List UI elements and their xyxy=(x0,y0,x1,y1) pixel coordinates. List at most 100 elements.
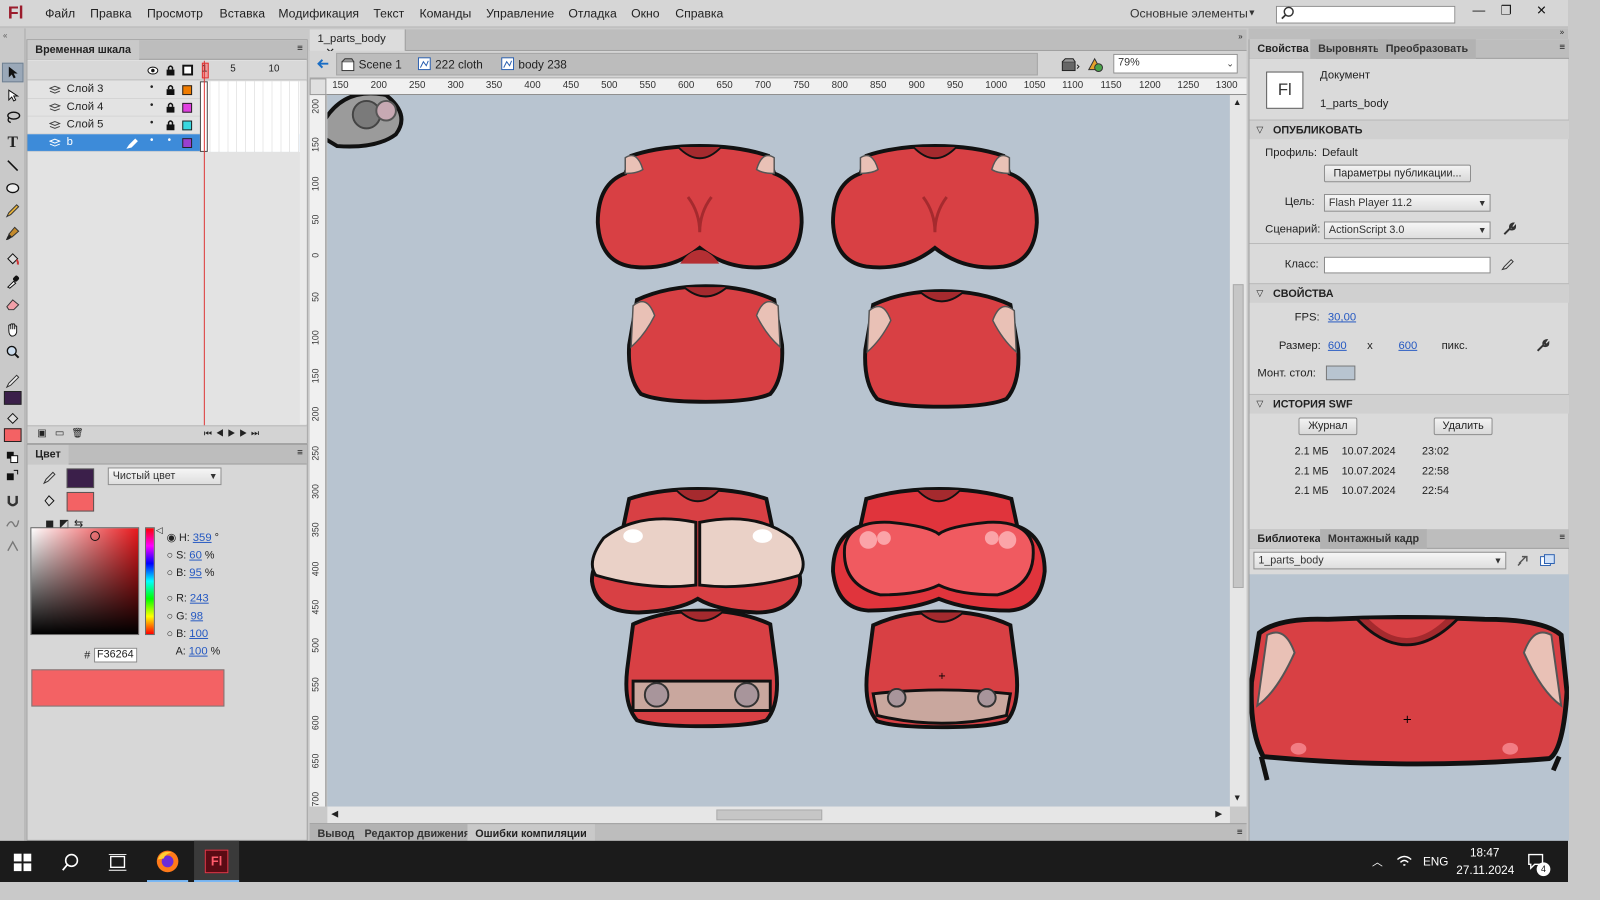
breadcrumb-symbol[interactable]: 222 cloth xyxy=(435,58,483,72)
menu-modify[interactable]: Модификация xyxy=(278,7,359,21)
paint-bucket-tool[interactable] xyxy=(2,249,24,269)
tab-color[interactable]: Цвет xyxy=(27,444,69,465)
red-value[interactable]: 243 xyxy=(190,593,209,605)
wrench-icon[interactable] xyxy=(1502,222,1517,236)
outline-icon[interactable] xyxy=(182,64,194,76)
horizontal-scroll-thumb[interactable] xyxy=(716,809,823,821)
selection-tool[interactable] xyxy=(1,62,24,83)
delete-button[interactable]: Удалить xyxy=(1433,417,1493,436)
help-search-input[interactable] xyxy=(1275,5,1456,24)
target-select[interactable]: Flash Player 11.2 ▼ xyxy=(1323,194,1491,212)
layer-name[interactable]: Слой 3 xyxy=(67,83,104,95)
properties-section-header[interactable]: СВОЙСТВА xyxy=(1249,283,1569,303)
shirt-large-1[interactable] xyxy=(595,144,804,270)
saturation-brightness-picker[interactable] xyxy=(30,527,140,636)
panel-menu-icon[interactable]: ≡ xyxy=(297,448,303,459)
menu-debug[interactable]: Отладка xyxy=(568,7,616,21)
panel-menu-icon[interactable]: ≡ xyxy=(297,43,303,54)
scroll-left-icon[interactable]: ◀ xyxy=(331,809,338,820)
eye-icon[interactable] xyxy=(147,66,159,76)
chevron-down-icon[interactable]: ▽ xyxy=(1256,399,1263,410)
script-select[interactable]: ActionScript 3.0 ▼ xyxy=(1323,221,1491,240)
hue-slider[interactable] xyxy=(145,527,155,636)
publish-settings-button[interactable]: Параметры публикации... xyxy=(1323,164,1471,183)
menu-view[interactable]: Просмотр xyxy=(147,7,203,21)
log-button[interactable]: Журнал xyxy=(1298,417,1358,436)
swf-history-row[interactable]: 2.1 МБ 10.07.2024 22:54 xyxy=(1295,481,1530,501)
tab-align[interactable]: Выровнять xyxy=(1310,39,1388,59)
menu-control[interactable]: Управление xyxy=(486,7,554,21)
stage-color-swatch[interactable] xyxy=(1325,365,1356,381)
timeline-scrollbar[interactable] xyxy=(299,81,307,425)
tab-timeline[interactable]: Временная шкала xyxy=(27,40,139,60)
blue-value[interactable]: 100 xyxy=(189,628,208,640)
stage-vertical-scrollbar[interactable]: ▲ ▼ xyxy=(1229,95,1247,807)
panel-menu-icon[interactable]: ≡ xyxy=(1559,532,1565,543)
new-library-panel-icon[interactable] xyxy=(1540,554,1556,568)
breadcrumb-scene[interactable]: Scene 1 xyxy=(359,58,402,72)
fill-color-tool[interactable] xyxy=(2,409,24,429)
panel-menu-icon[interactable]: ≡ xyxy=(1237,827,1243,838)
workspace-switcher[interactable]: Основные элементы xyxy=(1130,7,1248,21)
height-value[interactable]: 600 xyxy=(1398,340,1417,352)
visibility-dot[interactable]: • xyxy=(150,100,153,111)
tab-library[interactable]: Библиотека xyxy=(1249,529,1329,549)
menu-help[interactable]: Справка xyxy=(675,7,723,21)
text-tool[interactable]: T xyxy=(2,133,24,153)
scroll-down-icon[interactable]: ▼ xyxy=(1233,793,1242,803)
shirt-small-2[interactable] xyxy=(863,289,1021,409)
tab-motion-presets[interactable]: Монтажный кадр xyxy=(1320,529,1427,549)
shirt-small-1[interactable] xyxy=(626,284,785,404)
lock-icon[interactable] xyxy=(166,65,176,77)
stage-horizontal-scrollbar[interactable]: ◀ ▶ xyxy=(327,806,1230,824)
vertical-scroll-thumb[interactable] xyxy=(1232,284,1244,588)
tray-overflow-icon[interactable]: ︿ xyxy=(1372,854,1383,870)
panel-menu-icon[interactable]: ≡ xyxy=(1559,42,1565,53)
edit-symbols-icon[interactable] xyxy=(1087,56,1109,74)
back-arrow-icon[interactable] xyxy=(317,57,331,71)
subselection-tool[interactable] xyxy=(2,85,24,105)
edit-scene-icon[interactable] xyxy=(1061,57,1081,73)
clock-time[interactable]: 18:47 xyxy=(1470,846,1499,860)
playback-controls[interactable]: ⏮◀▶▶⏭ xyxy=(204,428,263,439)
search-icon[interactable] xyxy=(61,853,81,873)
stage-canvas[interactable]: + xyxy=(327,95,1230,807)
layer-name[interactable]: b xyxy=(67,136,73,148)
visibility-dot[interactable]: • xyxy=(150,118,153,129)
lock-icon[interactable] xyxy=(166,102,176,113)
frame-grid[interactable] xyxy=(201,81,300,152)
new-layer-icon[interactable]: ▣ xyxy=(37,428,46,439)
shirt-glossy[interactable] xyxy=(831,487,1047,613)
hex-input[interactable]: F36264 xyxy=(94,647,138,663)
line-tool[interactable] xyxy=(2,156,24,176)
chevron-down-icon[interactable]: ▽ xyxy=(1256,124,1263,135)
hue-slider-handle[interactable]: ◁ xyxy=(156,525,163,536)
snap-to-objects-button[interactable] xyxy=(2,491,24,511)
tab-transform[interactable]: Преобразовать xyxy=(1377,39,1476,59)
wrench-icon[interactable] xyxy=(1536,339,1550,353)
task-view-icon[interactable] xyxy=(108,853,128,873)
windows-start-icon[interactable] xyxy=(13,853,32,872)
collapse-icon[interactable]: » xyxy=(1560,27,1564,36)
menu-file[interactable]: Файл xyxy=(45,7,75,21)
fill-type-select[interactable]: Чистый цвет ▼ xyxy=(107,467,222,486)
visibility-dot[interactable]: • xyxy=(150,135,153,146)
width-value[interactable]: 600 xyxy=(1328,340,1347,352)
collapse-icon[interactable]: « xyxy=(3,31,7,40)
green-value[interactable]: 98 xyxy=(191,611,204,623)
lock-dot[interactable]: • xyxy=(168,135,171,146)
shirt-bottom-2[interactable]: + xyxy=(864,609,1020,730)
lasso-tool[interactable] xyxy=(2,108,24,128)
fill-color-swatch[interactable] xyxy=(66,491,95,512)
lock-icon[interactable] xyxy=(166,120,176,131)
close-button[interactable]: ✕ xyxy=(1531,2,1553,22)
swap-colors-button[interactable] xyxy=(2,466,24,486)
menu-edit[interactable]: Правка xyxy=(90,7,131,21)
minimize-button[interactable]: — xyxy=(1468,2,1490,22)
pencil-tool[interactable] xyxy=(2,201,24,221)
alpha-value[interactable]: 100 xyxy=(189,646,208,658)
scroll-right-icon[interactable]: ▶ xyxy=(1215,809,1222,820)
fill-color-swatch[interactable] xyxy=(3,428,22,442)
stroke-color-swatch[interactable] xyxy=(3,391,22,405)
chevron-down-icon[interactable]: ▽ xyxy=(1256,288,1263,299)
